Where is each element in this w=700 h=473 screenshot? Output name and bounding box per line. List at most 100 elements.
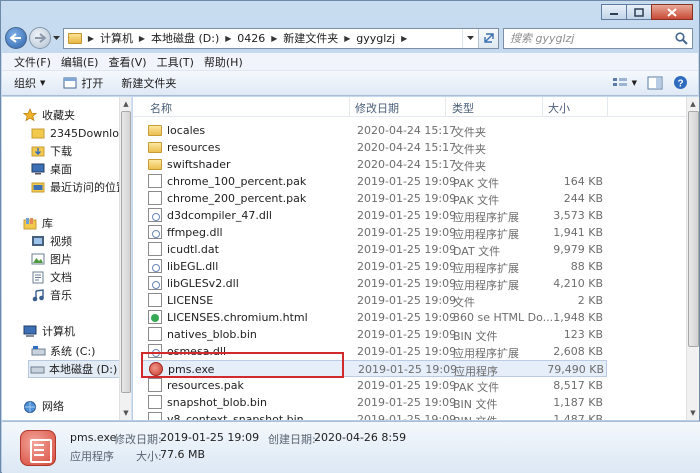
breadcrumb-separator[interactable]: ▶ [268, 34, 280, 43]
nav-downloads[interactable]: 下载 [30, 142, 72, 160]
breadcrumb-item[interactable]: 新建文件夹 [280, 30, 341, 46]
scroll-down-icon[interactable]: ▼ [687, 407, 699, 419]
search-input[interactable]: 搜索 gyyglzj [504, 30, 574, 46]
nav-favorites[interactable]: 收藏夹 [22, 106, 75, 124]
column-divider[interactable] [349, 97, 350, 117]
file-name: locales [167, 124, 206, 137]
file-type: 应用程序扩展 [453, 279, 519, 292]
address-bar[interactable]: ▶ 计算机 ▶ 本地磁盘 (D:) ▶ 0426 ▶ 新建文件夹 ▶ gyygl… [63, 27, 499, 49]
file-icon [148, 174, 162, 188]
file-type: 文件夹 [453, 160, 486, 173]
scroll-down-icon[interactable]: ▼ [120, 407, 132, 419]
breadcrumb-separator[interactable]: ▶ [136, 34, 148, 43]
view-options-icon[interactable] [612, 76, 628, 90]
scroll-up-icon[interactable]: ▲ [120, 98, 132, 110]
file-date: 2019-01-25 19:09 [357, 328, 457, 341]
file-row[interactable]: natives_blob.bin 2019-01-25 19:09 BIN 文件 12… [141, 326, 607, 343]
maximize-icon [634, 7, 644, 17]
menu-tools[interactable]: 工具(T) [157, 54, 194, 70]
nav-recent-places[interactable]: 最近访问的位置 [30, 178, 127, 196]
file-row[interactable]: libGLESv2.dll 2019-01-25 19:09 应用程序扩展 4,210… [141, 275, 607, 292]
file-name: d3dcompiler_47.dll [167, 209, 272, 222]
breadcrumb-separator[interactable]: ▶ [398, 34, 410, 43]
column-header-type[interactable]: 类型 [452, 100, 474, 116]
nav-desktop[interactable]: 桌面 [30, 160, 72, 178]
column-header-name[interactable]: 名称 [150, 100, 172, 116]
scroll-up-icon[interactable]: ▲ [687, 98, 699, 110]
help-icon[interactable]: ? [673, 75, 688, 90]
scrollbar-thumb[interactable] [121, 111, 131, 393]
file-row[interactable]: pms.exe 2019-01-25 19:09 应用程序 79,490 KB [141, 360, 607, 378]
nav-pictures[interactable]: 图片 [30, 250, 72, 268]
search-icon[interactable] [675, 31, 688, 45]
file-row[interactable]: locales 2020-04-24 15:17 文件夹 [141, 122, 607, 139]
nav-documents[interactable]: 文档 [30, 268, 72, 286]
menu-file[interactable]: 文件(F) [14, 54, 51, 70]
navigation-scrollbar[interactable]: ▲ ▼ [119, 97, 131, 420]
file-row[interactable]: LICENSE 2019-01-25 19:09 文件 2 KB [141, 292, 607, 309]
nav-system-drive[interactable]: 系统 (C:) [30, 342, 95, 360]
menu-help[interactable]: 帮助(H) [204, 54, 243, 70]
nav-2345downloads[interactable]: 2345Downloads [30, 124, 131, 142]
file-name: LICENSE [167, 294, 214, 307]
new-folder-button[interactable]: 新建文件夹 [121, 75, 176, 91]
column-header-size[interactable]: 大小 [548, 100, 570, 116]
breadcrumb-item[interactable]: 本地磁盘 (D:) [148, 30, 222, 46]
dll-file-icon [148, 225, 162, 239]
recent-pages-dropdown[interactable] [51, 27, 61, 49]
file-row[interactable]: d3dcompiler_47.dll 2019-01-25 19:09 应用程序扩展… [141, 207, 607, 224]
folder-icon [68, 32, 82, 44]
search-box[interactable]: 搜索 gyyglzj [503, 27, 693, 49]
back-button[interactable] [5, 27, 27, 49]
nav-local-disk-d[interactable]: 本地磁盘 (D:) [28, 360, 120, 378]
nav-videos[interactable]: 视频 [30, 232, 72, 250]
file-icon [148, 191, 162, 205]
file-date: 2019-01-25 19:09 [357, 277, 457, 290]
file-row[interactable]: resources.pak 2019-01-25 19:09 PAK 文件 8,517… [141, 377, 607, 394]
scrollbar-thumb[interactable] [688, 111, 699, 347]
chevron-down-icon[interactable]: ▼ [632, 79, 637, 87]
breadcrumb-item[interactable]: 0426 [234, 32, 268, 45]
file-row[interactable]: osmesa.dll 2019-01-25 19:09 应用程序扩展 2,608 KB [141, 343, 607, 360]
file-row[interactable]: libEGL.dll 2019-01-25 19:09 应用程序扩展 88 KB [141, 258, 607, 275]
nav-libraries[interactable]: 库 [22, 214, 53, 232]
breadcrumb-item[interactable]: 计算机 [97, 30, 136, 46]
dll-file-icon [148, 276, 162, 290]
file-row[interactable]: chrome_100_percent.pak 2019-01-25 19:09 PA… [141, 173, 607, 190]
file-row[interactable]: ffmpeg.dll 2019-01-25 19:09 应用程序扩展 1,941 KB [141, 224, 607, 241]
close-button[interactable] [651, 4, 693, 20]
file-row[interactable]: v8_context_snapshot.bin 2019-01-25 19:09B… [141, 411, 607, 420]
nav-network[interactable]: 网络 [22, 397, 64, 415]
nav-music[interactable]: 音乐 [30, 286, 72, 304]
organize-button[interactable]: 组织 ▼ [14, 75, 45, 91]
file-row[interactable]: LICENSES.chromium.html 2019-01-25 19:09 36… [141, 309, 607, 326]
file-row[interactable]: resources 2020-04-24 15:17 文件夹 [141, 139, 607, 156]
minimize-button[interactable] [601, 4, 627, 20]
menu-edit[interactable]: 编辑(E) [61, 54, 99, 70]
maximize-button[interactable] [626, 4, 652, 20]
file-row[interactable]: icudtl.dat 2019-01-25 19:09 DAT 文件 9,979 KB [141, 241, 607, 258]
breadcrumb-separator[interactable]: ▶ [341, 34, 353, 43]
breadcrumb-separator[interactable]: ▶ [222, 34, 234, 43]
address-dropdown[interactable] [462, 28, 478, 48]
menu-view[interactable]: 查看(V) [108, 54, 146, 70]
breadcrumb-separator[interactable]: ▶ [85, 34, 97, 43]
breadcrumb-item[interactable]: gyyglzj [353, 32, 398, 45]
forward-button[interactable] [29, 27, 51, 49]
nav-label: 收藏夹 [42, 109, 75, 122]
nav-computer[interactable]: 计算机 [22, 322, 75, 340]
column-divider[interactable] [542, 97, 543, 117]
refresh-button[interactable] [478, 28, 498, 48]
file-row[interactable]: snapshot_blob.bin 2019-01-25 19:09 BIN 文件 1… [141, 394, 607, 411]
file-list-scrollbar[interactable]: ▲ ▼ [686, 97, 699, 420]
file-type: BIN 文件 [453, 413, 498, 420]
column-header-date[interactable]: 修改日期 [355, 100, 399, 116]
open-button[interactable]: 打开 [63, 75, 103, 91]
file-date: 2019-01-25 19:09 [357, 209, 457, 222]
file-type: PAK 文件 [453, 194, 500, 207]
file-row[interactable]: chrome_200_percent.pak 2019-01-25 19:09 PA… [141, 190, 607, 207]
column-divider[interactable] [607, 97, 608, 117]
preview-pane-icon[interactable] [647, 76, 663, 90]
file-row[interactable]: swiftshader 2020-04-24 15:17 文件夹 [141, 156, 607, 173]
column-divider[interactable] [445, 97, 446, 117]
